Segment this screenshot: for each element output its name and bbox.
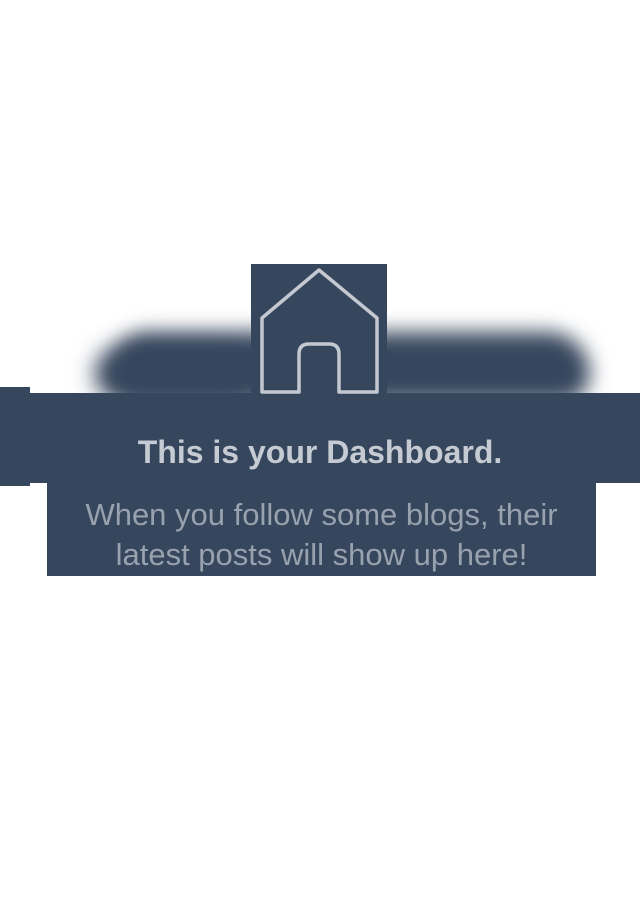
backdrop-shadow-left: [95, 350, 255, 398]
empty-state-message: When you follow some blogs, their latest…: [85, 497, 558, 572]
home-icon: [260, 268, 379, 394]
empty-state-title: This is your Dashboard.: [137, 434, 503, 470]
dashboard-screen: This is your Dashboard. When you follow …: [0, 0, 640, 920]
empty-state-icon-box: [251, 264, 387, 396]
